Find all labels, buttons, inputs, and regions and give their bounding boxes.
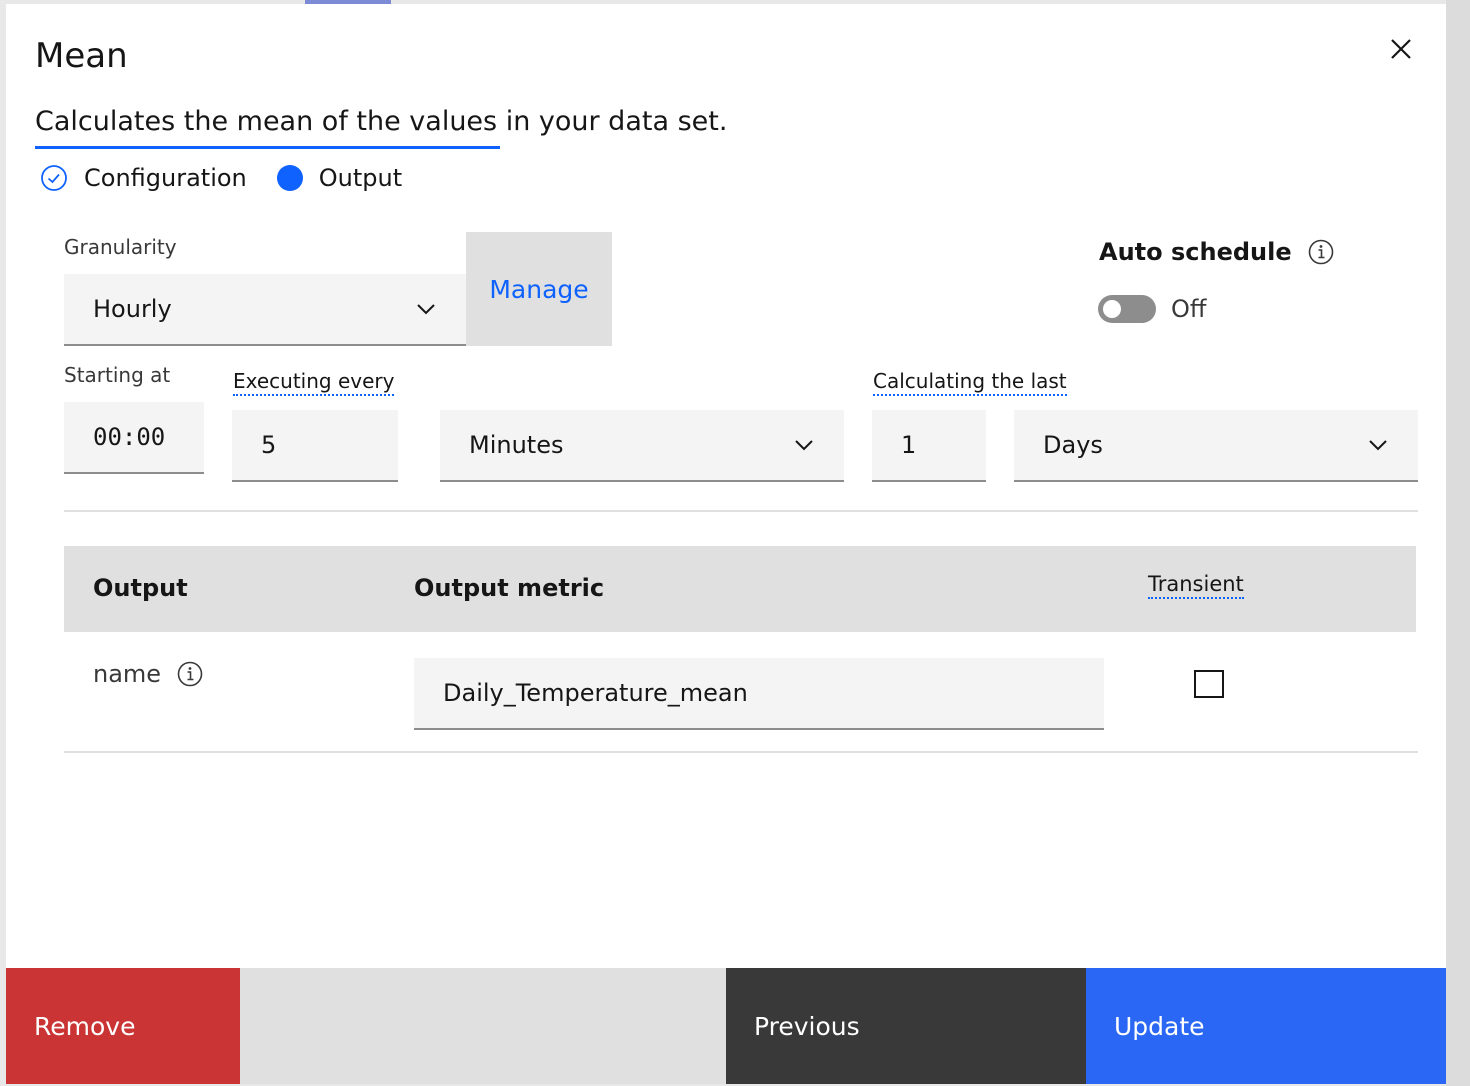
granularity-dropdown[interactable]: Hourly <box>64 274 466 346</box>
step-configuration[interactable]: Configuration <box>40 164 247 192</box>
starting-at-label: Starting at <box>64 363 171 387</box>
header-transient[interactable]: Transient <box>1148 572 1244 599</box>
calculating-last-label[interactable]: Calculating the last <box>873 369 1067 396</box>
calculating-last-unit: Days <box>1043 431 1103 459</box>
toggle-state-label: Off <box>1171 295 1207 323</box>
granularity-value: Hourly <box>93 295 172 323</box>
chevron-down-icon <box>1368 439 1388 451</box>
auto-schedule-toggle[interactable] <box>1098 295 1156 323</box>
executing-every-unit-dropdown[interactable]: Minutes <box>440 410 844 482</box>
calculating-last-value: 1 <box>901 431 917 459</box>
information-icon[interactable] <box>177 661 203 687</box>
executing-every-input[interactable]: 5 <box>232 410 398 482</box>
granularity-label: Granularity <box>64 235 177 259</box>
output-table-header: Output Output metric Transient <box>64 546 1416 632</box>
current-step-icon <box>276 165 303 191</box>
manage-button[interactable]: Manage <box>466 232 612 346</box>
modal-footer: Remove Previous Update <box>6 968 1446 1084</box>
table-row-divider <box>64 751 1418 753</box>
output-metric-value: Daily_Temperature_mean <box>443 679 748 707</box>
toggle-knob <box>1103 300 1121 318</box>
auto-schedule-toggle-row: Off <box>1098 295 1206 323</box>
mean-function-modal: Mean Calculates the mean of the values i… <box>6 4 1446 1084</box>
close-icon <box>1391 39 1411 59</box>
executing-every-value: 5 <box>261 431 277 459</box>
auto-schedule-heading: Auto schedule <box>1099 238 1334 266</box>
description-underline <box>35 146 500 149</box>
step-output[interactable]: Output <box>276 164 403 192</box>
output-row-name: name <box>93 660 203 688</box>
section-divider <box>64 510 1418 512</box>
remove-button[interactable]: Remove <box>6 968 240 1084</box>
calculating-last-input[interactable]: 1 <box>872 410 986 482</box>
starting-at-time-input[interactable]: 00:00 <box>64 402 204 474</box>
checkmark-circle-icon <box>41 165 67 191</box>
previous-button[interactable]: Previous <box>726 968 1086 1084</box>
step-output-label: Output <box>318 164 403 192</box>
progress-indicator: Configuration Output <box>40 164 432 192</box>
output-metric-input[interactable]: Daily_Temperature_mean <box>414 658 1104 730</box>
close-button[interactable] <box>1384 32 1418 66</box>
executing-every-label[interactable]: Executing every <box>233 369 395 396</box>
executing-every-unit: Minutes <box>469 431 564 459</box>
chevron-down-icon <box>416 303 436 315</box>
chevron-down-icon <box>794 439 814 451</box>
modal-title: Mean <box>35 36 128 76</box>
modal-description: Calculates the mean of the values in you… <box>35 106 728 137</box>
information-icon[interactable] <box>1308 239 1334 265</box>
starting-at-value: 00:00 <box>93 423 166 451</box>
header-output-metric: Output metric <box>414 574 605 602</box>
footer-spacer <box>240 968 726 1084</box>
output-name-label: name <box>93 660 162 688</box>
update-button[interactable]: Update <box>1086 968 1446 1084</box>
step-configuration-label: Configuration <box>84 164 247 192</box>
transient-checkbox[interactable] <box>1194 670 1224 698</box>
auto-schedule-label: Auto schedule <box>1099 238 1292 266</box>
background-table-edge <box>1446 0 1470 1086</box>
calculating-last-unit-dropdown[interactable]: Days <box>1014 410 1418 482</box>
header-output: Output <box>93 574 188 602</box>
